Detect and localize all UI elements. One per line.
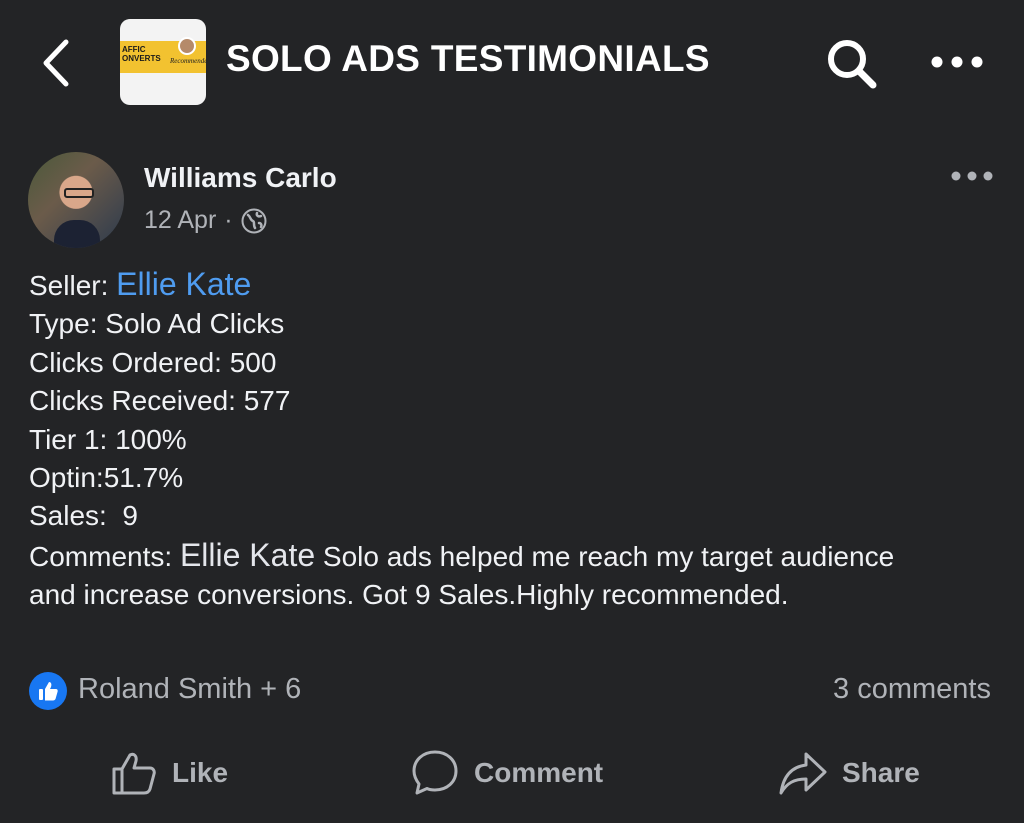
comment-label: Comment: [474, 757, 604, 788]
avatar-shirt: [54, 220, 100, 248]
avatar-glasses: [64, 188, 94, 198]
comment-icon: [412, 750, 458, 795]
post-body: Seller: Ellie Kate Type: Solo Ad Clicks …: [29, 265, 989, 615]
comments-mention[interactable]: Ellie Kate: [180, 537, 315, 573]
comments-line: Comments: Ellie Kate Solo ads helped me …: [29, 536, 929, 615]
meta-separator: ·: [224, 206, 233, 234]
thumbnail-face: [178, 37, 196, 55]
comments-count[interactable]: 3 comments: [833, 673, 991, 706]
like-label: Like: [172, 757, 229, 788]
search-button[interactable]: [826, 38, 878, 90]
more-icon: [931, 56, 983, 68]
back-icon: [43, 39, 69, 87]
back-button[interactable]: [38, 38, 78, 88]
like-reaction-icon[interactable]: [29, 672, 67, 710]
optin-line: Optin:51.7%: [29, 462, 184, 494]
thumbnail-text: AFFIC ONVERTS: [122, 45, 161, 63]
more-icon: [951, 171, 993, 181]
group-thumbnail[interactable]: AFFIC ONVERTS Recommended: [120, 19, 206, 105]
search-icon: [828, 40, 877, 89]
author-name[interactable]: Williams Carlo: [144, 162, 337, 194]
thumbs-up-icon: [112, 752, 156, 795]
seller-label: Seller:: [29, 270, 109, 301]
sales-line: Sales: 9: [29, 500, 138, 532]
share-label: Share: [842, 757, 920, 788]
group-title[interactable]: SOLO ADS TESTIMONIALS: [226, 38, 710, 80]
seller-line: Seller: Ellie Kate: [29, 265, 989, 305]
share-button[interactable]: Share: [778, 745, 920, 801]
post-date[interactable]: 12 Apr: [144, 206, 216, 235]
reactors-summary[interactable]: Roland Smith + 6: [78, 673, 301, 706]
globe-icon: [241, 208, 267, 233]
post-more-button[interactable]: [950, 168, 994, 184]
comment-button[interactable]: Comment: [410, 745, 603, 801]
comments-label: Comments:: [29, 540, 173, 572]
share-icon: [779, 752, 827, 795]
clicks-ordered-line: Clicks Ordered: 500: [29, 346, 277, 378]
thumbnail-script: Recommended: [170, 57, 206, 65]
type-line: Type: Solo Ad Clicks: [29, 308, 285, 340]
like-button[interactable]: Like: [110, 745, 228, 801]
clicks-received-line: Clicks Received: 577: [29, 385, 291, 417]
more-button[interactable]: [930, 52, 984, 72]
thumbs-up-icon: [39, 682, 58, 701]
author-avatar[interactable]: [28, 152, 124, 248]
seller-mention[interactable]: Ellie Kate: [116, 266, 251, 302]
tier1-line: Tier 1: 100%: [29, 423, 187, 455]
post-meta: 12 Apr ·: [144, 206, 267, 235]
